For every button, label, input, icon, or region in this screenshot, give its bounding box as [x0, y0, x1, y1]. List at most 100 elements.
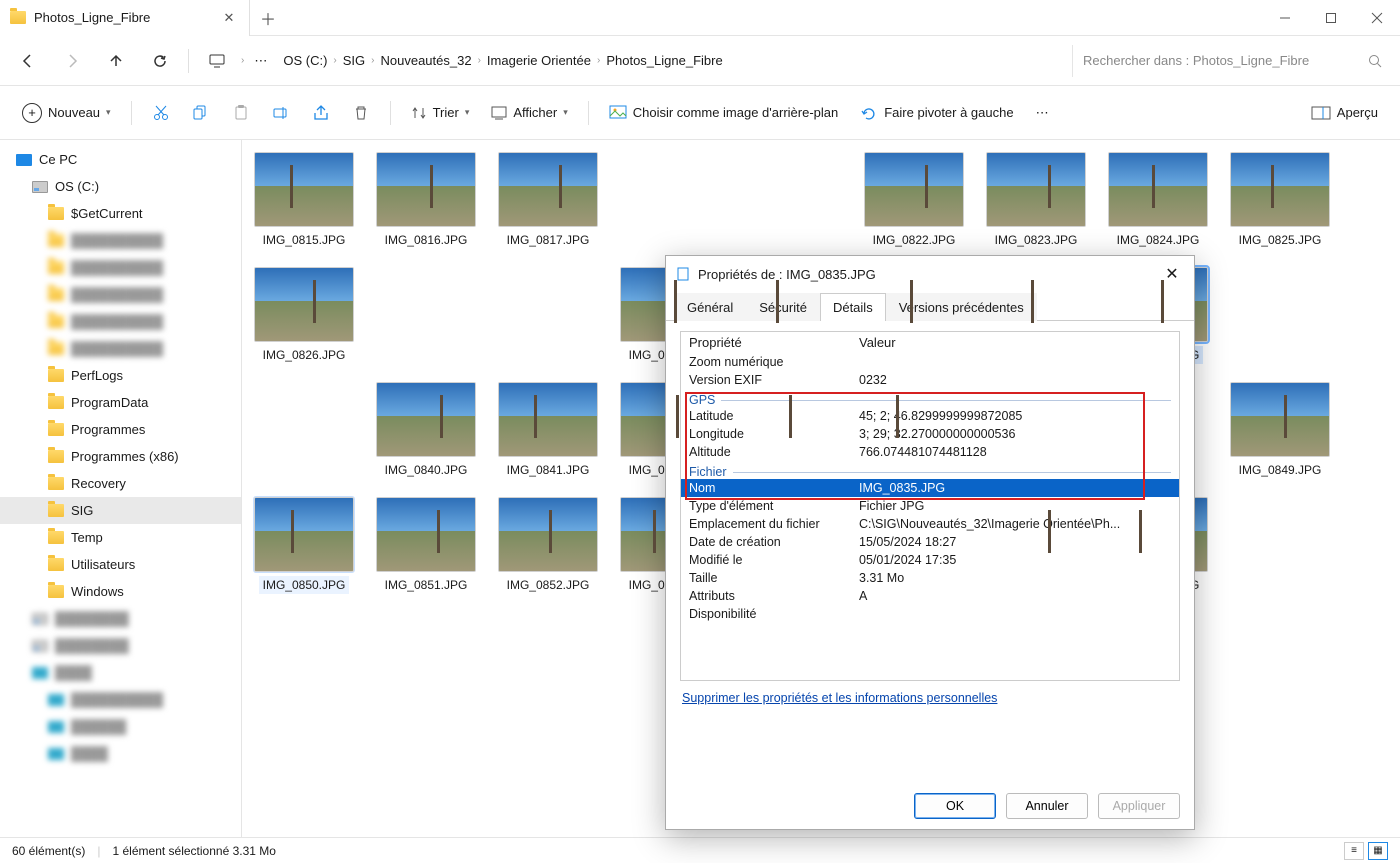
ok-button[interactable]: OK	[914, 793, 996, 819]
detail-row[interactable]: Modifié le05/01/2024 17:35	[681, 551, 1179, 569]
breadcrumb-segment[interactable]: Nouveautés_32	[375, 43, 478, 79]
pc-icon[interactable]	[197, 43, 237, 79]
detail-row[interactable]: AttributsA	[681, 587, 1179, 605]
sidebar-folder[interactable]: ██████████	[0, 308, 241, 335]
sidebar-folder[interactable]: Programmes	[0, 416, 241, 443]
file-thumbnail[interactable]: IMG_0823.JPG	[986, 152, 1086, 249]
sidebar-folder[interactable]: ProgramData	[0, 389, 241, 416]
dialog-titlebar[interactable]: Propriétés de : IMG_0835.JPG ✕	[666, 256, 1194, 292]
new-tab-button[interactable]: ＋	[250, 6, 286, 30]
file-thumbnail[interactable]: IMG_0815.JPG	[254, 152, 354, 249]
new-button[interactable]: + Nouveau ▾	[14, 95, 119, 131]
detail-row[interactable]: Date de création15/05/2024 18:27	[681, 533, 1179, 551]
rotate-button[interactable]: Faire pivoter à gauche	[852, 95, 1021, 131]
file-thumbnail[interactable]: IMG_0852.JPG	[498, 497, 598, 594]
sidebar-folder[interactable]: Temp	[0, 524, 241, 551]
details-view-button[interactable]: ≡	[1344, 842, 1364, 860]
cancel-button[interactable]: Annuler	[1006, 793, 1088, 819]
folder-icon	[48, 315, 64, 328]
sidebar-folder[interactable]: Programmes (x86)	[0, 443, 241, 470]
back-button[interactable]	[8, 43, 48, 79]
file-name: IMG_0841.JPG	[503, 461, 594, 479]
file-thumbnail[interactable]: IMG_0825.JPG	[1230, 152, 1330, 249]
detail-row[interactable]: Altitude766.074481074481128	[681, 443, 1179, 461]
detail-row[interactable]: Latitude45; 2; 46.8299999999872085	[681, 407, 1179, 425]
rename-button[interactable]	[264, 95, 298, 131]
minimize-button[interactable]	[1262, 0, 1308, 36]
details-list[interactable]: PropriétéValeur Zoom numériqueVersion EX…	[680, 331, 1180, 681]
more-button[interactable]: ⋯	[1028, 95, 1057, 131]
file-thumbnail[interactable]: IMG_0817.JPG	[498, 152, 598, 249]
sidebar-folder[interactable]: Recovery	[0, 470, 241, 497]
dialog-tab[interactable]: Général	[674, 293, 746, 321]
sidebar-folder[interactable]: ██████████	[0, 335, 241, 362]
file-thumbnail[interactable]: IMG_0850.JPG	[254, 497, 354, 594]
share-button[interactable]	[304, 95, 338, 131]
file-thumbnail[interactable]: IMG_0826.JPG	[254, 267, 354, 364]
dialog-tab[interactable]: Détails	[820, 293, 886, 321]
apply-button[interactable]: Appliquer	[1098, 793, 1180, 819]
wallpaper-button[interactable]: Choisir comme image d'arrière-plan	[601, 95, 847, 131]
folder-icon	[10, 11, 26, 24]
file-thumbnail[interactable]: IMG_0824.JPG	[1108, 152, 1208, 249]
refresh-button[interactable]	[140, 43, 180, 79]
maximize-button[interactable]	[1308, 0, 1354, 36]
paste-button[interactable]	[224, 95, 258, 131]
file-name: IMG_0849.JPG	[1235, 461, 1326, 479]
sidebar-folder[interactable]: Utilisateurs	[0, 551, 241, 578]
sidebar-folder[interactable]: $GetCurrent	[0, 200, 241, 227]
file-thumbnail[interactable]: IMG_0849.JPG	[1230, 382, 1330, 479]
detail-row[interactable]: Type d'élémentFichier JPG	[681, 497, 1179, 515]
gps-section: GPS	[681, 389, 1179, 407]
thumbnails-view-button[interactable]: ▦	[1368, 842, 1388, 860]
chevron-down-icon: ▾	[106, 107, 111, 118]
breadcrumb-overflow[interactable]: ⋯	[248, 43, 273, 79]
detail-row[interactable]: Taille3.31 Mo	[681, 569, 1179, 587]
breadcrumb-segment[interactable]: SIG	[337, 43, 371, 79]
sidebar-folder[interactable]: PerfLogs	[0, 362, 241, 389]
detail-row[interactable]: Disponibilité	[681, 605, 1179, 623]
close-window-button[interactable]	[1354, 0, 1400, 36]
file-thumbnail[interactable]: IMG_0851.JPG	[376, 497, 476, 594]
breadcrumb-segment[interactable]: OS (C:)	[277, 43, 333, 79]
close-tab-icon[interactable]: ✕	[221, 10, 237, 26]
sidebar-folder[interactable]: ██████████	[0, 227, 241, 254]
search-placeholder: Rechercher dans : Photos_Ligne_Fibre	[1083, 53, 1309, 68]
remove-properties-link[interactable]: Supprimer les propriétés et les informat…	[680, 681, 999, 715]
sidebar-folder[interactable]: SIG	[0, 497, 241, 524]
breadcrumb-segment[interactable]: Imagerie Orientée	[481, 43, 597, 79]
copy-button[interactable]	[184, 95, 218, 131]
separator	[188, 49, 189, 73]
detail-row[interactable]: Version EXIF0232	[681, 371, 1179, 389]
file-thumbnail[interactable]: IMG_0816.JPG	[376, 152, 476, 249]
detail-row[interactable]: Longitude3; 29; 32.270000000000536	[681, 425, 1179, 443]
dialog-tab[interactable]: Sécurité	[746, 293, 820, 321]
file-name: IMG_0824.JPG	[1113, 231, 1204, 249]
file-thumbnail[interactable]: IMG_0841.JPG	[498, 382, 598, 479]
search-box[interactable]: Rechercher dans : Photos_Ligne_Fibre	[1072, 45, 1392, 77]
image-icon	[609, 105, 627, 121]
dialog-tab[interactable]: Versions précédentes	[886, 293, 1037, 321]
detail-row[interactable]: Emplacement du fichierC:\SIG\Nouveautés_…	[681, 515, 1179, 533]
dialog-tabs: GénéralSécuritéDétailsVersions précédent…	[666, 292, 1194, 321]
preview-button[interactable]: Aperçu	[1303, 95, 1386, 131]
sidebar-folder[interactable]: ██████████	[0, 281, 241, 308]
file-thumbnail[interactable]: IMG_0840.JPG	[376, 382, 476, 479]
delete-button[interactable]	[344, 95, 378, 131]
detail-row[interactable]: Zoom numérique	[681, 353, 1179, 371]
sort-button[interactable]: Trier▾	[403, 95, 478, 131]
sidebar-folder[interactable]: ██████████	[0, 254, 241, 281]
file-thumbnail[interactable]: IMG_0822.JPG	[864, 152, 964, 249]
breadcrumb-segment[interactable]: Photos_Ligne_Fibre	[600, 43, 728, 79]
view-button[interactable]: Afficher▾	[483, 95, 575, 131]
forward-button[interactable]	[52, 43, 92, 79]
status-count: 60 élément(s)	[12, 844, 85, 858]
tree-drive[interactable]: OS (C:)	[0, 173, 241, 200]
window-tab[interactable]: Photos_Ligne_Fibre ✕	[0, 0, 250, 36]
sidebar-folder[interactable]: Windows	[0, 578, 241, 605]
cut-button[interactable]	[144, 95, 178, 131]
file-name: IMG_0816.JPG	[381, 231, 472, 249]
tree-root[interactable]: Ce PC	[0, 146, 241, 173]
up-button[interactable]	[96, 43, 136, 79]
detail-row[interactable]: NomIMG_0835.JPG	[681, 479, 1179, 497]
